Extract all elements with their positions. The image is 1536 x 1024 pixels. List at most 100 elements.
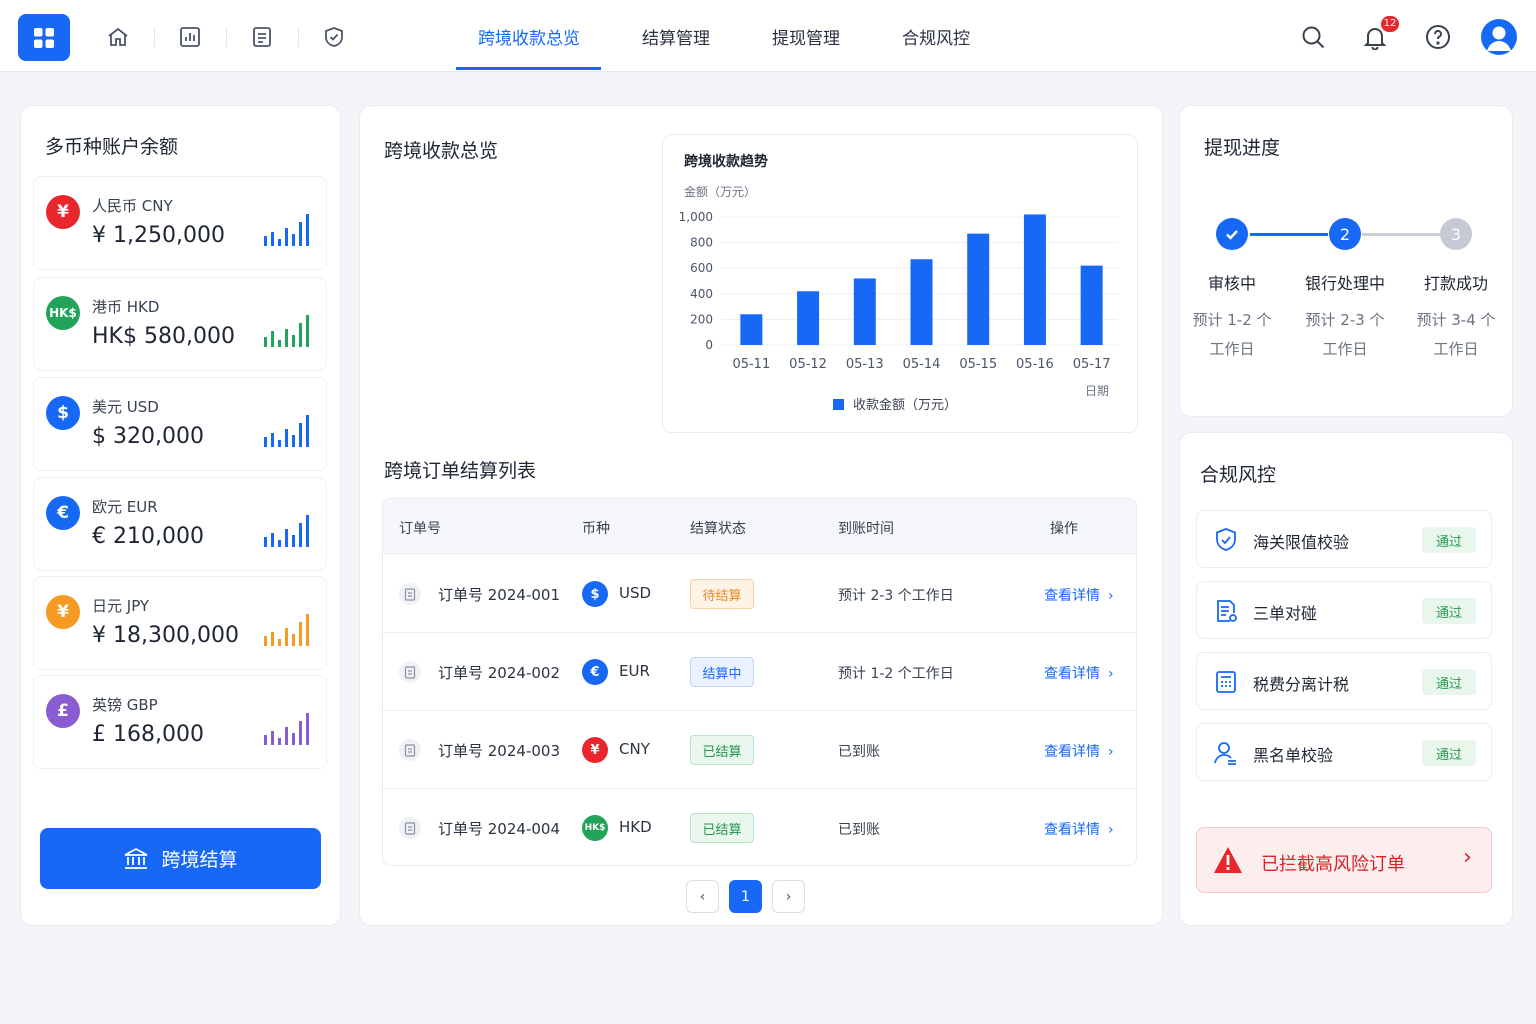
compliance-item-name: 海关限值校验 [1253,533,1350,552]
account-item-usd[interactable]: $ 美元 USD $ 320,000 [33,377,327,471]
order-document-icon [399,817,421,839]
tab-settlement[interactable]: 结算管理 [642,24,710,49]
step-estimate-line: 预计 3-4 个 [1416,311,1496,329]
compliance-item-blacklist[interactable]: 黑名单校验 通过 [1196,723,1492,781]
account-amount: HK$ 580,000 [92,324,235,349]
legend-swatch [833,399,844,410]
user-avatar[interactable] [1481,19,1517,55]
chevron-right-icon: › [1108,822,1114,838]
account-balance-card: 多币种账户余额 ¥ 人民币 CNY ¥ 1,250,000 HK$ 港币 HKD… [20,105,341,926]
x-tick-label: 05-13 [846,357,884,372]
settle-button-label: 跨境结算 [161,849,238,871]
table-row: 订单号 2024-001 $ USD 待结算 预计 2-3 个工作日 查看详情 › [383,555,1136,633]
x-tick-label: 05-15 [959,357,997,372]
view-detail-link[interactable]: 查看详情 › [1044,819,1114,839]
step-1-check-icon [1216,218,1248,250]
compliance-item-customs[interactable]: 海关限值校验 通过 [1196,510,1492,568]
x-tick-label: 05-17 [1073,357,1111,372]
shield-check-icon [1216,528,1236,551]
arrival-time: 已到账 [838,744,880,760]
account-amount: ¥ 1,250,000 [92,223,225,248]
account-item-cny[interactable]: ¥ 人民币 CNY ¥ 1,250,000 [33,176,327,270]
overview-card: 跨境收款总览 跨境收款趋势 金额（万元） 1,000 800 600 400 200 0 05-… [359,105,1163,926]
chart-bar [797,291,820,345]
view-detail-label: 查看详情 [1044,588,1100,604]
high-risk-alert[interactable]: 已拦截高风险订单 › [1196,827,1492,893]
currency-code: CNY [619,740,650,758]
view-detail-label: 查看详情 [1044,744,1100,760]
account-item-gbp[interactable]: £ 英镑 GBP £ 168,000 [33,675,327,769]
page-number-button[interactable]: 1 [729,880,762,913]
column-header: 订单号 [399,521,441,537]
withdraw-title: 提现进度 [1204,137,1281,159]
order-document-icon [399,661,421,683]
compliance-item-tax[interactable]: 税费分离计税 通过 [1196,652,1492,710]
account-item-jpy[interactable]: ¥ 日元 JPY ¥ 18,300,000 [33,576,327,670]
chevron-right-icon: › [1108,744,1114,760]
chart-bar [1023,214,1046,345]
order-number: 订单号 2024-004 [438,820,560,838]
x-axis-label: 日期 [1085,384,1109,398]
collection-trend-chart: 跨境收款趋势 金额（万元） 1,000 800 600 400 200 0 05-11 05-12… [662,134,1138,433]
step-label: 审核中 [1207,274,1256,293]
step-label: 银行处理中 [1304,274,1385,293]
yen-icon: ¥ [46,595,80,629]
compliance-item-name: 税费分离计税 [1253,675,1350,694]
step-2-indicator: 2 [1329,218,1361,250]
view-detail-link[interactable]: 查看详情 › [1044,741,1114,761]
account-item-eur[interactable]: € 欧元 EUR € 210,000 [33,477,327,571]
step-estimate: 预计 1-2 个工作日 [1182,306,1282,364]
user-icon [1214,742,1236,765]
shield-icon[interactable] [322,25,346,49]
sparkline-bar-icon [264,614,309,646]
chevron-right-icon: › [1108,588,1114,604]
compliance-item-name: 三单对碰 [1253,604,1318,623]
currency-code: EUR [619,662,650,680]
column-header: 币种 [582,521,610,537]
pound-icon: £ [46,694,80,728]
view-detail-link[interactable]: 查看详情 › [1044,585,1114,605]
dollar-icon: $ [46,396,80,430]
active-tab-indicator [456,67,601,70]
next-page-button[interactable]: › [772,880,805,913]
help-icon[interactable] [1425,24,1451,50]
status-badge: 结算中 [690,657,754,687]
chart-bar [910,259,933,345]
tab-compliance[interactable]: 合规风控 [902,24,970,49]
cross-border-settle-button[interactable]: 跨境结算 [40,828,321,889]
report-chart-icon[interactable] [178,25,202,49]
step-3-indicator: 3 [1440,218,1472,250]
view-detail-link[interactable]: 查看详情 › [1044,663,1114,683]
sparkline-bar-icon [264,515,309,547]
step-estimate: 预计 2-3 个工作日 [1295,306,1395,364]
document-icon[interactable] [250,25,274,49]
account-name: 美元 USD [92,398,159,416]
chart-bar [740,314,763,345]
order-document-icon [399,739,421,761]
dollar-icon: $ [582,581,608,607]
tab-withdraw[interactable]: 提现管理 [772,24,840,49]
chart-bar [967,233,990,345]
nav-divider [154,27,155,47]
home-icon[interactable] [106,25,130,49]
chart-bar [853,278,876,345]
compliance-item-three-docs[interactable]: 三单对碰 通过 [1196,581,1492,639]
pass-badge: 通过 [1422,527,1476,553]
table-row: 订单号 2024-003 ¥ CNY 已结算 已到账 查看详情 › [383,711,1136,789]
chevron-right-icon: › [1463,845,1472,870]
account-name: 港币 HKD [92,298,160,316]
trend-chart-svg: 跨境收款趋势金额（万元） 1,000 800 600 400 200 0 05-11 05-12… [679,153,1118,413]
sparkline-bar-icon [264,415,309,447]
yuan-icon: ¥ [582,737,608,763]
compliance-card: 合规风控 海关限值校验 通过 三单对碰 通过 税费分离计税 通过 黑名单校验 通… [1179,432,1513,926]
tab-overview[interactable]: 跨境收款总览 [478,24,580,49]
account-item-hkd[interactable]: HK$ 港币 HKD HK$ 580,000 [33,277,327,371]
step-estimate: 预计 3-4 个工作日 [1406,306,1506,364]
prev-page-button[interactable]: ‹ [686,880,719,913]
chart-bar [1080,265,1103,345]
search-icon[interactable] [1300,24,1326,50]
chevron-left-icon: ‹ [699,888,706,905]
app-grid-icon[interactable] [18,14,70,61]
chart-title: 跨境收款趋势 [684,153,768,170]
order-document-icon [399,583,421,605]
